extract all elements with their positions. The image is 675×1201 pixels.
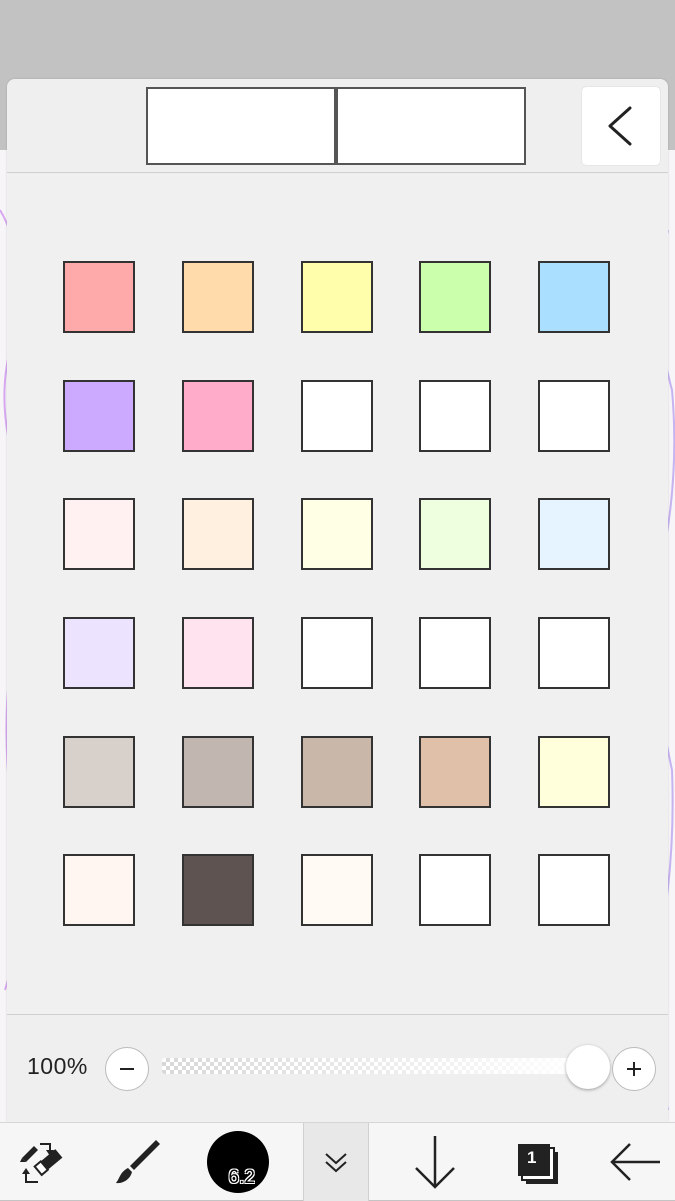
color-swatch[interactable] bbox=[63, 498, 135, 570]
color-swatch[interactable] bbox=[301, 498, 373, 570]
zoom-control: 100% bbox=[7, 1045, 668, 1109]
palette-tab-2[interactable] bbox=[336, 87, 526, 165]
color-swatch[interactable] bbox=[419, 498, 491, 570]
color-swatch[interactable] bbox=[301, 854, 373, 926]
layers-icon: 1 bbox=[510, 1136, 562, 1188]
color-swatch[interactable] bbox=[182, 854, 254, 926]
divider bbox=[7, 1014, 668, 1015]
zoom-out-button[interactable] bbox=[105, 1047, 149, 1091]
bottom-toolbar: 6.2 1 bbox=[0, 1122, 675, 1201]
color-swatch[interactable] bbox=[182, 617, 254, 689]
color-swatch-grid bbox=[7, 174, 668, 1014]
layers-button[interactable]: 1 bbox=[500, 1123, 572, 1201]
color-swatch[interactable] bbox=[182, 261, 254, 333]
zoom-slider-fade bbox=[162, 1058, 592, 1074]
brush-tool-button[interactable] bbox=[95, 1123, 181, 1201]
color-swatch[interactable] bbox=[182, 380, 254, 452]
pen-eraser-swap-icon bbox=[20, 1143, 63, 1183]
color-swatch[interactable] bbox=[63, 380, 135, 452]
brush-icon bbox=[116, 1140, 160, 1184]
swap-tool-button[interactable] bbox=[0, 1123, 80, 1201]
color-swatch[interactable] bbox=[419, 854, 491, 926]
panel-header bbox=[7, 79, 668, 173]
plus-icon bbox=[627, 1062, 641, 1076]
color-swatch[interactable] bbox=[538, 736, 610, 808]
arrow-left-icon bbox=[609, 1143, 660, 1181]
color-swatch[interactable] bbox=[63, 261, 135, 333]
download-button[interactable] bbox=[395, 1123, 475, 1201]
brush-size-value: 6.2 bbox=[228, 1167, 255, 1188]
minus-icon bbox=[120, 1068, 134, 1070]
chevron-left-icon bbox=[608, 106, 632, 146]
color-swatch[interactable] bbox=[301, 736, 373, 808]
color-swatch[interactable] bbox=[419, 617, 491, 689]
color-swatch[interactable] bbox=[182, 736, 254, 808]
color-swatch[interactable] bbox=[63, 617, 135, 689]
color-swatch[interactable] bbox=[538, 617, 610, 689]
color-palette-panel: 100% bbox=[7, 79, 668, 1122]
color-swatch[interactable] bbox=[301, 617, 373, 689]
color-swatch[interactable] bbox=[538, 380, 610, 452]
color-swatch[interactable] bbox=[538, 261, 610, 333]
brush-size-button[interactable]: 6.2 bbox=[200, 1123, 275, 1201]
layer-count: 1 bbox=[527, 1148, 537, 1167]
arrow-down-icon bbox=[415, 1136, 455, 1189]
color-swatch[interactable] bbox=[301, 261, 373, 333]
color-swatch[interactable] bbox=[182, 498, 254, 570]
zoom-slider-thumb[interactable] bbox=[566, 1045, 610, 1089]
color-swatch[interactable] bbox=[63, 736, 135, 808]
double-chevron-down-icon bbox=[325, 1153, 347, 1173]
color-swatch[interactable] bbox=[419, 261, 491, 333]
color-swatch[interactable] bbox=[419, 380, 491, 452]
color-swatch[interactable] bbox=[538, 498, 610, 570]
zoom-in-button[interactable] bbox=[612, 1047, 656, 1091]
zoom-level-label: 100% bbox=[27, 1053, 88, 1079]
expand-menu-button[interactable] bbox=[303, 1123, 369, 1201]
color-swatch[interactable] bbox=[419, 736, 491, 808]
brush-size-indicator: 6.2 bbox=[206, 1131, 269, 1193]
back-button[interactable] bbox=[596, 1123, 675, 1201]
palette-tab-1[interactable] bbox=[146, 87, 336, 165]
color-swatch[interactable] bbox=[63, 854, 135, 926]
color-swatch[interactable] bbox=[538, 854, 610, 926]
color-swatch[interactable] bbox=[301, 380, 373, 452]
close-panel-button[interactable] bbox=[582, 87, 660, 165]
